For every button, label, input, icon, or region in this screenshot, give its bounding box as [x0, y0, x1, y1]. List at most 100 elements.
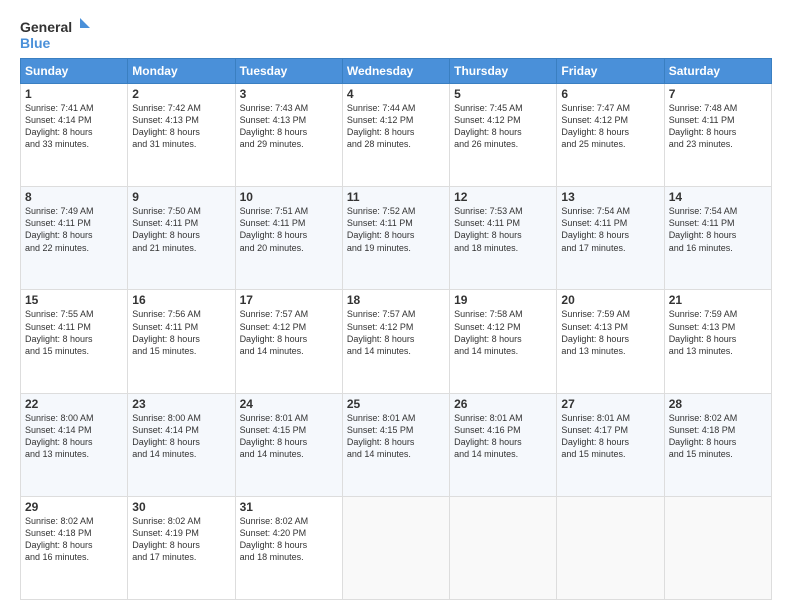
calendar-cell: 29 Sunrise: 8:02 AM Sunset: 4:18 PM Dayl… — [21, 496, 128, 599]
day-number: 23 — [132, 397, 230, 411]
col-header-tuesday: Tuesday — [235, 59, 342, 84]
calendar-week-5: 29 Sunrise: 8:02 AM Sunset: 4:18 PM Dayl… — [21, 496, 772, 599]
day-info: Sunrise: 8:02 AM Sunset: 4:18 PM Dayligh… — [669, 412, 767, 461]
col-header-wednesday: Wednesday — [342, 59, 449, 84]
day-number: 16 — [132, 293, 230, 307]
svg-text:General: General — [20, 19, 72, 35]
calendar-week-1: 1 Sunrise: 7:41 AM Sunset: 4:14 PM Dayli… — [21, 84, 772, 187]
calendar-cell: 11 Sunrise: 7:52 AM Sunset: 4:11 PM Dayl… — [342, 187, 449, 290]
day-info: Sunrise: 7:44 AM Sunset: 4:12 PM Dayligh… — [347, 102, 445, 151]
day-info: Sunrise: 8:01 AM Sunset: 4:15 PM Dayligh… — [347, 412, 445, 461]
day-info: Sunrise: 8:01 AM Sunset: 4:15 PM Dayligh… — [240, 412, 338, 461]
calendar-cell: 24 Sunrise: 8:01 AM Sunset: 4:15 PM Dayl… — [235, 393, 342, 496]
calendar-cell: 26 Sunrise: 8:01 AM Sunset: 4:16 PM Dayl… — [450, 393, 557, 496]
day-info: Sunrise: 8:02 AM Sunset: 4:18 PM Dayligh… — [25, 515, 123, 564]
logo: General Blue — [20, 16, 90, 52]
day-number: 13 — [561, 190, 659, 204]
day-number: 24 — [240, 397, 338, 411]
day-info: Sunrise: 7:59 AM Sunset: 4:13 PM Dayligh… — [669, 308, 767, 357]
day-number: 20 — [561, 293, 659, 307]
calendar-cell: 4 Sunrise: 7:44 AM Sunset: 4:12 PM Dayli… — [342, 84, 449, 187]
calendar-cell: 22 Sunrise: 8:00 AM Sunset: 4:14 PM Dayl… — [21, 393, 128, 496]
day-info: Sunrise: 7:54 AM Sunset: 4:11 PM Dayligh… — [561, 205, 659, 254]
calendar-cell: 23 Sunrise: 8:00 AM Sunset: 4:14 PM Dayl… — [128, 393, 235, 496]
calendar-cell: 20 Sunrise: 7:59 AM Sunset: 4:13 PM Dayl… — [557, 290, 664, 393]
calendar-cell: 25 Sunrise: 8:01 AM Sunset: 4:15 PM Dayl… — [342, 393, 449, 496]
day-number: 22 — [25, 397, 123, 411]
day-number: 1 — [25, 87, 123, 101]
day-info: Sunrise: 7:54 AM Sunset: 4:11 PM Dayligh… — [669, 205, 767, 254]
calendar-cell: 18 Sunrise: 7:57 AM Sunset: 4:12 PM Dayl… — [342, 290, 449, 393]
calendar-cell: 17 Sunrise: 7:57 AM Sunset: 4:12 PM Dayl… — [235, 290, 342, 393]
calendar-table: SundayMondayTuesdayWednesdayThursdayFrid… — [20, 58, 772, 600]
calendar-cell: 1 Sunrise: 7:41 AM Sunset: 4:14 PM Dayli… — [21, 84, 128, 187]
calendar-cell: 14 Sunrise: 7:54 AM Sunset: 4:11 PM Dayl… — [664, 187, 771, 290]
day-number: 9 — [132, 190, 230, 204]
day-number: 30 — [132, 500, 230, 514]
day-number: 28 — [669, 397, 767, 411]
col-header-thursday: Thursday — [450, 59, 557, 84]
logo-svg: General Blue — [20, 16, 90, 52]
day-number: 8 — [25, 190, 123, 204]
day-info: Sunrise: 8:02 AM Sunset: 4:19 PM Dayligh… — [132, 515, 230, 564]
day-info: Sunrise: 7:57 AM Sunset: 4:12 PM Dayligh… — [240, 308, 338, 357]
col-header-monday: Monday — [128, 59, 235, 84]
calendar-cell: 3 Sunrise: 7:43 AM Sunset: 4:13 PM Dayli… — [235, 84, 342, 187]
calendar-week-3: 15 Sunrise: 7:55 AM Sunset: 4:11 PM Dayl… — [21, 290, 772, 393]
calendar-cell: 12 Sunrise: 7:53 AM Sunset: 4:11 PM Dayl… — [450, 187, 557, 290]
day-number: 10 — [240, 190, 338, 204]
day-info: Sunrise: 7:43 AM Sunset: 4:13 PM Dayligh… — [240, 102, 338, 151]
day-info: Sunrise: 7:50 AM Sunset: 4:11 PM Dayligh… — [132, 205, 230, 254]
day-number: 7 — [669, 87, 767, 101]
calendar-cell — [342, 496, 449, 599]
calendar-cell: 9 Sunrise: 7:50 AM Sunset: 4:11 PM Dayli… — [128, 187, 235, 290]
day-number: 12 — [454, 190, 552, 204]
calendar-cell — [450, 496, 557, 599]
calendar-cell: 8 Sunrise: 7:49 AM Sunset: 4:11 PM Dayli… — [21, 187, 128, 290]
calendar-cell: 15 Sunrise: 7:55 AM Sunset: 4:11 PM Dayl… — [21, 290, 128, 393]
day-number: 2 — [132, 87, 230, 101]
day-number: 27 — [561, 397, 659, 411]
calendar-cell: 5 Sunrise: 7:45 AM Sunset: 4:12 PM Dayli… — [450, 84, 557, 187]
day-number: 15 — [25, 293, 123, 307]
calendar-cell: 2 Sunrise: 7:42 AM Sunset: 4:13 PM Dayli… — [128, 84, 235, 187]
calendar-cell — [557, 496, 664, 599]
day-info: Sunrise: 7:58 AM Sunset: 4:12 PM Dayligh… — [454, 308, 552, 357]
calendar-cell: 21 Sunrise: 7:59 AM Sunset: 4:13 PM Dayl… — [664, 290, 771, 393]
day-number: 5 — [454, 87, 552, 101]
col-header-friday: Friday — [557, 59, 664, 84]
day-info: Sunrise: 7:59 AM Sunset: 4:13 PM Dayligh… — [561, 308, 659, 357]
day-number: 4 — [347, 87, 445, 101]
day-info: Sunrise: 7:57 AM Sunset: 4:12 PM Dayligh… — [347, 308, 445, 357]
calendar-cell: 27 Sunrise: 8:01 AM Sunset: 4:17 PM Dayl… — [557, 393, 664, 496]
day-info: Sunrise: 8:01 AM Sunset: 4:16 PM Dayligh… — [454, 412, 552, 461]
day-info: Sunrise: 7:52 AM Sunset: 4:11 PM Dayligh… — [347, 205, 445, 254]
day-info: Sunrise: 7:45 AM Sunset: 4:12 PM Dayligh… — [454, 102, 552, 151]
calendar-body: 1 Sunrise: 7:41 AM Sunset: 4:14 PM Dayli… — [21, 84, 772, 600]
day-number: 26 — [454, 397, 552, 411]
col-header-sunday: Sunday — [21, 59, 128, 84]
day-number: 31 — [240, 500, 338, 514]
calendar-cell — [664, 496, 771, 599]
day-info: Sunrise: 7:51 AM Sunset: 4:11 PM Dayligh… — [240, 205, 338, 254]
calendar-cell: 6 Sunrise: 7:47 AM Sunset: 4:12 PM Dayli… — [557, 84, 664, 187]
day-of-week-header: SundayMondayTuesdayWednesdayThursdayFrid… — [21, 59, 772, 84]
day-number: 14 — [669, 190, 767, 204]
day-info: Sunrise: 8:00 AM Sunset: 4:14 PM Dayligh… — [132, 412, 230, 461]
day-number: 3 — [240, 87, 338, 101]
day-info: Sunrise: 8:01 AM Sunset: 4:17 PM Dayligh… — [561, 412, 659, 461]
calendar-week-4: 22 Sunrise: 8:00 AM Sunset: 4:14 PM Dayl… — [21, 393, 772, 496]
day-number: 19 — [454, 293, 552, 307]
day-number: 21 — [669, 293, 767, 307]
calendar-cell: 28 Sunrise: 8:02 AM Sunset: 4:18 PM Dayl… — [664, 393, 771, 496]
calendar-cell: 30 Sunrise: 8:02 AM Sunset: 4:19 PM Dayl… — [128, 496, 235, 599]
svg-text:Blue: Blue — [20, 35, 51, 51]
day-number: 17 — [240, 293, 338, 307]
header: General Blue — [20, 16, 772, 52]
day-number: 25 — [347, 397, 445, 411]
day-number: 11 — [347, 190, 445, 204]
col-header-saturday: Saturday — [664, 59, 771, 84]
day-info: Sunrise: 7:42 AM Sunset: 4:13 PM Dayligh… — [132, 102, 230, 151]
calendar-cell: 10 Sunrise: 7:51 AM Sunset: 4:11 PM Dayl… — [235, 187, 342, 290]
day-info: Sunrise: 7:49 AM Sunset: 4:11 PM Dayligh… — [25, 205, 123, 254]
